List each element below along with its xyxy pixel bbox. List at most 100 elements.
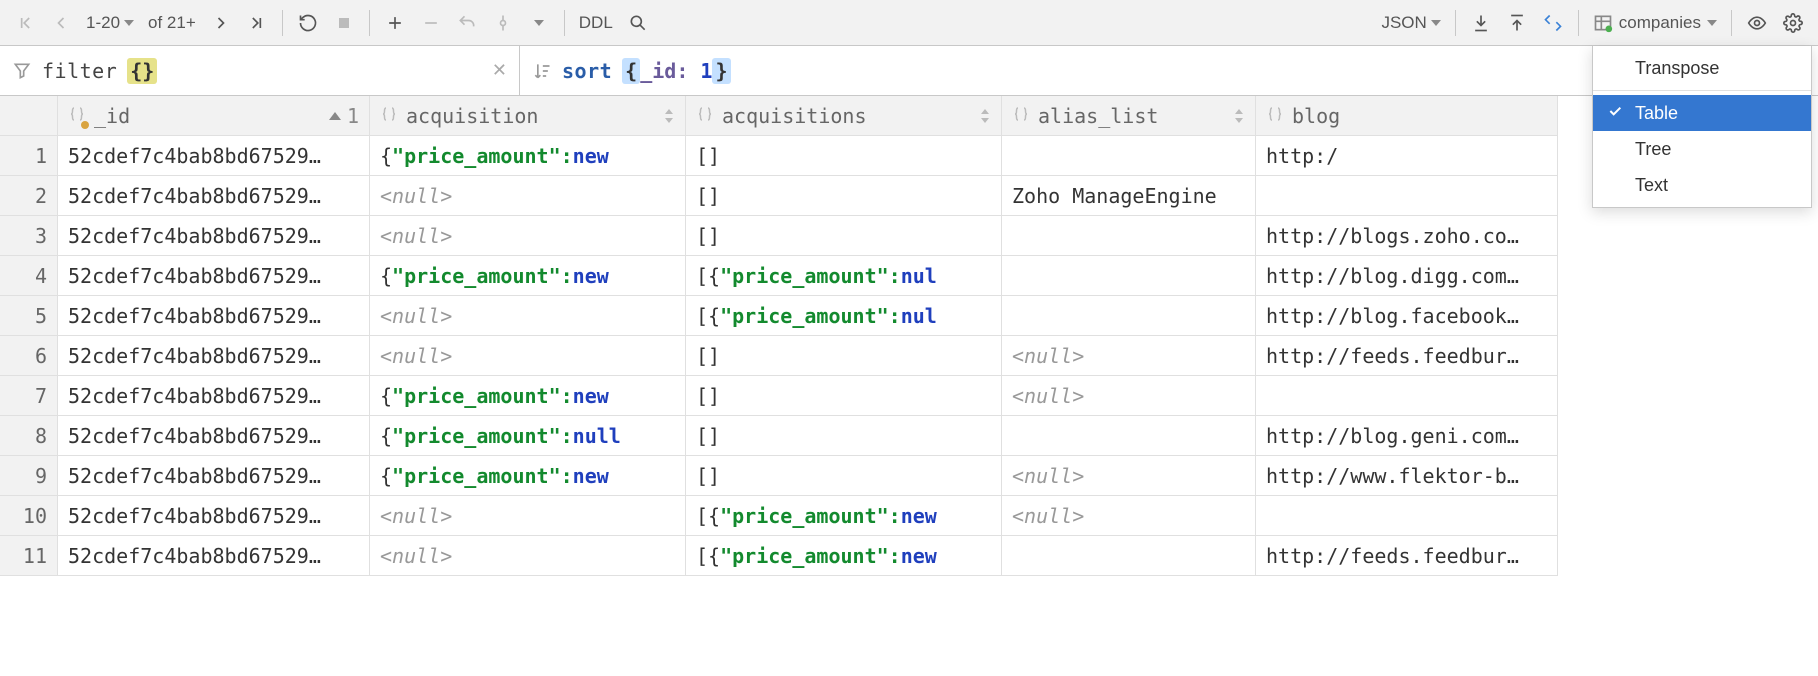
delete-row-button[interactable]: [414, 6, 448, 40]
cell-alias-list[interactable]: <null>: [1002, 376, 1256, 416]
cell-blog[interactable]: [1256, 496, 1558, 536]
clear-filter-button[interactable]: ✕: [492, 60, 507, 81]
cell-acquisitions[interactable]: [{"price_amount": nul: [686, 296, 1002, 336]
cell-id[interactable]: 52cdef7c4bab8bd67529…: [58, 136, 370, 176]
add-row-button[interactable]: [378, 6, 412, 40]
undo-button[interactable]: [450, 6, 484, 40]
first-page-button[interactable]: [8, 6, 42, 40]
stop-button[interactable]: [327, 6, 361, 40]
cell-alias-list[interactable]: <null>: [1002, 496, 1256, 536]
cell-id[interactable]: 52cdef7c4bab8bd67529…: [58, 376, 370, 416]
cell-acquisition[interactable]: <null>: [370, 176, 686, 216]
cell-id[interactable]: 52cdef7c4bab8bd67529…: [58, 296, 370, 336]
menu-tree[interactable]: Tree: [1593, 131, 1811, 167]
cell-blog[interactable]: http://blog.geni.com…: [1256, 416, 1558, 456]
cell-acquisitions[interactable]: []: [686, 136, 1002, 176]
menu-table[interactable]: Table: [1593, 95, 1811, 131]
cell-alias-list[interactable]: <null>: [1002, 456, 1256, 496]
cell-acquisitions[interactable]: [{"price_amount": nul: [686, 256, 1002, 296]
export-button[interactable]: [1464, 6, 1498, 40]
cell-blog[interactable]: http://feeds.feedbur…: [1256, 336, 1558, 376]
cell-id[interactable]: 52cdef7c4bab8bd67529…: [58, 176, 370, 216]
column-sort-handle[interactable]: [979, 109, 991, 123]
cell-acquisitions[interactable]: [{"price_amount": new: [686, 496, 1002, 536]
rownum-header[interactable]: [0, 96, 58, 136]
cell-acquisitions[interactable]: []: [686, 376, 1002, 416]
cell-acquisition[interactable]: <null>: [370, 536, 686, 576]
cell-acquisition[interactable]: <null>: [370, 296, 686, 336]
output-format-dropdown[interactable]: JSON: [1375, 13, 1446, 33]
cell-acquisitions[interactable]: []: [686, 456, 1002, 496]
cell-acquisition[interactable]: {"price_amount": new: [370, 256, 686, 296]
cell-blog[interactable]: [1256, 176, 1558, 216]
column-header-acquisition[interactable]: acquisition: [370, 96, 686, 136]
row-number[interactable]: 11: [0, 536, 58, 576]
cell-id[interactable]: 52cdef7c4bab8bd67529…: [58, 416, 370, 456]
cell-blog[interactable]: http://blog.facebook…: [1256, 296, 1558, 336]
refresh-button[interactable]: [291, 6, 325, 40]
row-number[interactable]: 1: [0, 136, 58, 176]
row-number[interactable]: 9: [0, 456, 58, 496]
view-mode-button[interactable]: [1740, 6, 1774, 40]
cell-blog[interactable]: http:/: [1256, 136, 1558, 176]
row-number[interactable]: 8: [0, 416, 58, 456]
search-button[interactable]: [621, 6, 655, 40]
row-number[interactable]: 6: [0, 336, 58, 376]
row-number[interactable]: 4: [0, 256, 58, 296]
cell-blog[interactable]: http://www.flektor-b…: [1256, 456, 1558, 496]
cell-id[interactable]: 52cdef7c4bab8bd67529…: [58, 216, 370, 256]
cell-acquisition[interactable]: {"price_amount": new: [370, 136, 686, 176]
commit-button[interactable]: [486, 6, 520, 40]
next-page-button[interactable]: [204, 6, 238, 40]
cell-acquisitions[interactable]: []: [686, 176, 1002, 216]
row-number[interactable]: 3: [0, 216, 58, 256]
revert-button[interactable]: [522, 6, 556, 40]
cell-alias-list[interactable]: [1002, 416, 1256, 456]
cell-alias-list[interactable]: [1002, 536, 1256, 576]
cell-acquisition[interactable]: {"price_amount": null: [370, 416, 686, 456]
row-number[interactable]: 2: [0, 176, 58, 216]
import-button[interactable]: [1500, 6, 1534, 40]
cell-blog[interactable]: [1256, 376, 1558, 416]
cell-blog[interactable]: http://blog.digg.com…: [1256, 256, 1558, 296]
cell-alias-list[interactable]: [1002, 296, 1256, 336]
cell-alias-list[interactable]: [1002, 256, 1256, 296]
cell-acquisitions[interactable]: []: [686, 336, 1002, 376]
compare-button[interactable]: [1536, 6, 1570, 40]
column-header-id[interactable]: _id 1: [58, 96, 370, 136]
column-header-acquisitions[interactable]: acquisitions: [686, 96, 1002, 136]
row-number[interactable]: 7: [0, 376, 58, 416]
cell-acquisitions[interactable]: []: [686, 216, 1002, 256]
cell-acquisition[interactable]: <null>: [370, 496, 686, 536]
cell-acquisitions[interactable]: []: [686, 416, 1002, 456]
cell-id[interactable]: 52cdef7c4bab8bd67529…: [58, 256, 370, 296]
cell-acquisition[interactable]: <null>: [370, 336, 686, 376]
column-sort-handle[interactable]: [1233, 109, 1245, 123]
cell-acquisition[interactable]: <null>: [370, 216, 686, 256]
cell-alias-list[interactable]: [1002, 136, 1256, 176]
cell-blog[interactable]: http://feeds.feedbur…: [1256, 536, 1558, 576]
cell-id[interactable]: 52cdef7c4bab8bd67529…: [58, 456, 370, 496]
cell-acquisitions[interactable]: [{"price_amount": new: [686, 536, 1002, 576]
column-sort-handle[interactable]: [663, 109, 675, 123]
cell-id[interactable]: 52cdef7c4bab8bd67529…: [58, 536, 370, 576]
column-header-blog[interactable]: blog: [1256, 96, 1558, 136]
filter-cell[interactable]: filter {} ✕: [0, 46, 520, 95]
cell-alias-list[interactable]: Zoho ManageEngine: [1002, 176, 1256, 216]
cell-blog[interactable]: http://blogs.zoho.co…: [1256, 216, 1558, 256]
page-range-dropdown[interactable]: 1-20: [80, 13, 140, 33]
last-page-button[interactable]: [240, 6, 274, 40]
cell-acquisition[interactable]: {"price_amount": new: [370, 376, 686, 416]
cell-alias-list[interactable]: <null>: [1002, 336, 1256, 376]
row-number[interactable]: 5: [0, 296, 58, 336]
settings-button[interactable]: [1776, 6, 1810, 40]
table-select-dropdown[interactable]: companies: [1587, 13, 1723, 33]
cell-id[interactable]: 52cdef7c4bab8bd67529…: [58, 336, 370, 376]
cell-id[interactable]: 52cdef7c4bab8bd67529…: [58, 496, 370, 536]
menu-text[interactable]: Text: [1593, 167, 1811, 203]
menu-transpose[interactable]: Transpose: [1593, 50, 1811, 86]
row-number[interactable]: 10: [0, 496, 58, 536]
cell-alias-list[interactable]: [1002, 216, 1256, 256]
column-header-alias-list[interactable]: alias_list: [1002, 96, 1256, 136]
ddl-button[interactable]: DDL: [573, 13, 619, 33]
